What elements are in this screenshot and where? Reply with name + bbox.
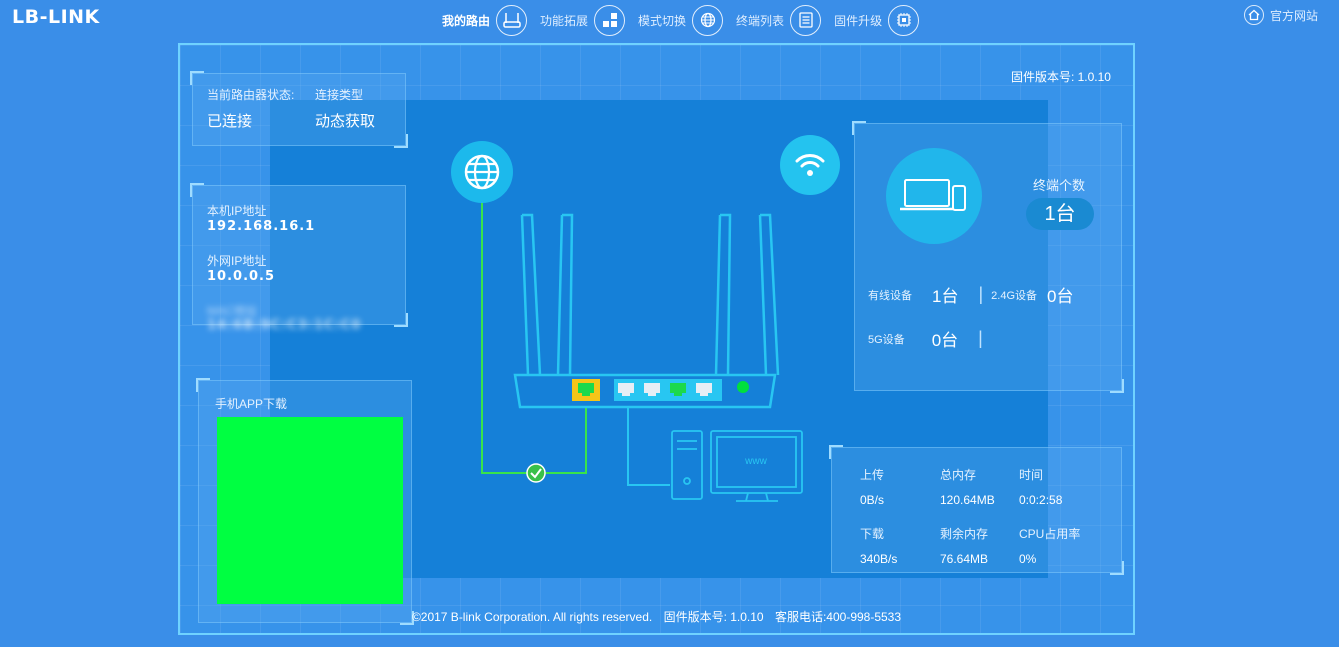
upload-label: 上传: [860, 468, 885, 482]
wired-value: 1台: [932, 287, 959, 306]
nav-item-firmware-upgrade[interactable]: 固件升级: [834, 4, 920, 36]
top-bar: LB-LINK 我的路由 功能拓展 模式切换 终端列表 固件升级 官方网站: [0, 0, 1339, 42]
chip-icon: [888, 4, 920, 36]
free-memory-label: 剩余内存: [940, 527, 989, 541]
wired-label: 有线设备: [868, 289, 912, 302]
grid-icon: [594, 4, 626, 36]
footer: ©2017 B-link Corporation. All rights res…: [180, 608, 1133, 625]
nav-label: 模式切换: [638, 13, 687, 28]
card-corner: [1110, 561, 1124, 575]
total-memory-value: 120.64MB: [940, 493, 995, 507]
free-memory-value: 76.64MB: [940, 552, 989, 566]
separator: |: [978, 284, 984, 304]
uptime-label: 时间: [1019, 468, 1044, 482]
list-icon: [790, 4, 822, 36]
total-memory-stat: 总内存 120.64MB: [940, 466, 995, 507]
card-corner: [852, 121, 866, 135]
upload-value: 0B/s: [860, 493, 885, 507]
nav-item-extensions[interactable]: 功能拓展: [540, 4, 626, 36]
router-icon: [513, 213, 780, 409]
5g-value: 0台: [931, 331, 959, 350]
monitor-www-text: www: [744, 456, 767, 467]
copyright-text: ©2017 B-link Corporation. All rights res…: [411, 610, 653, 624]
internet-globe-icon: [451, 141, 513, 203]
home-icon: [1244, 5, 1264, 25]
total-memory-label: 总内存: [940, 468, 977, 482]
main-nav: 我的路由 功能拓展 模式切换 终端列表 固件升级: [442, 4, 932, 36]
g24-value: 0台: [1047, 287, 1074, 306]
uptime-value: 0:0:2:58: [1019, 493, 1063, 507]
nav-item-mode-switch[interactable]: 模式切换: [638, 4, 724, 36]
power-led: [737, 381, 749, 393]
download-value: 340B/s: [860, 552, 898, 566]
globe-icon: [692, 4, 724, 36]
support-hotline: 客服电话:400-998-5533: [774, 610, 902, 624]
cpu-usage-label: CPU占用率: [1019, 527, 1081, 541]
wired-devices-row: 有线设备 1台 | 2.4G设备 0台: [868, 282, 1073, 307]
pc-tower-icon: [671, 430, 703, 500]
nav-item-my-router[interactable]: 我的路由: [442, 4, 528, 36]
5g-devices-row: 5G设备 0台 |: [868, 326, 983, 351]
card-corner: [1110, 379, 1124, 393]
upload-stat: 上传 0B/s: [860, 466, 884, 507]
connected-check-icon: [526, 463, 546, 483]
nav-item-terminal-list[interactable]: 终端列表: [736, 4, 822, 36]
cpu-usage-value: 0%: [1019, 552, 1037, 566]
nav-label: 终端列表: [736, 13, 785, 28]
footer-firmware-version: 固件版本号: 1.0.10: [663, 610, 764, 624]
system-stats-card: 上传 0B/s 总内存 120.64MB 时间 0:0:2:58 下载 340B…: [829, 445, 1124, 575]
download-label: 下载: [860, 527, 885, 541]
devices-icon: [886, 148, 982, 244]
card-corner: [829, 445, 843, 459]
separator: |: [978, 328, 983, 348]
terminal-count-label: 终端个数: [1033, 178, 1086, 193]
brand-logo[interactable]: LB-LINK: [12, 6, 100, 28]
cpu-usage-stat: CPU占用率 0%: [1019, 525, 1080, 566]
nav-label: 固件升级: [834, 13, 883, 28]
wifi-icon: [780, 135, 840, 195]
download-stat: 下载 340B/s: [860, 525, 897, 566]
device-count-card: 终端个数 1台 有线设备 1台 | 2.4G设备 0台 5G设备 0台 |: [852, 121, 1124, 393]
uptime-stat: 时间 0:0:2:58: [1019, 466, 1062, 507]
router-icon: [496, 4, 528, 36]
g24-label: 2.4G设备: [991, 289, 1038, 302]
5g-label: 5G设备: [868, 333, 905, 346]
official-site-label: 官方网站: [1270, 8, 1319, 23]
lan-cable: [627, 395, 670, 486]
nav-label: 功能拓展: [540, 13, 589, 28]
free-memory-stat: 剩余内存 76.64MB: [940, 525, 988, 566]
nav-label: 我的路由: [442, 13, 491, 28]
terminal-count-badge: 1台: [1026, 198, 1094, 230]
official-site-link[interactable]: 官方网站: [1244, 5, 1318, 25]
dashboard-frame: 固件版本号: 1.0.10 当前路由器状态: 已连接 连接类型 动态获取 本机I…: [178, 43, 1135, 635]
